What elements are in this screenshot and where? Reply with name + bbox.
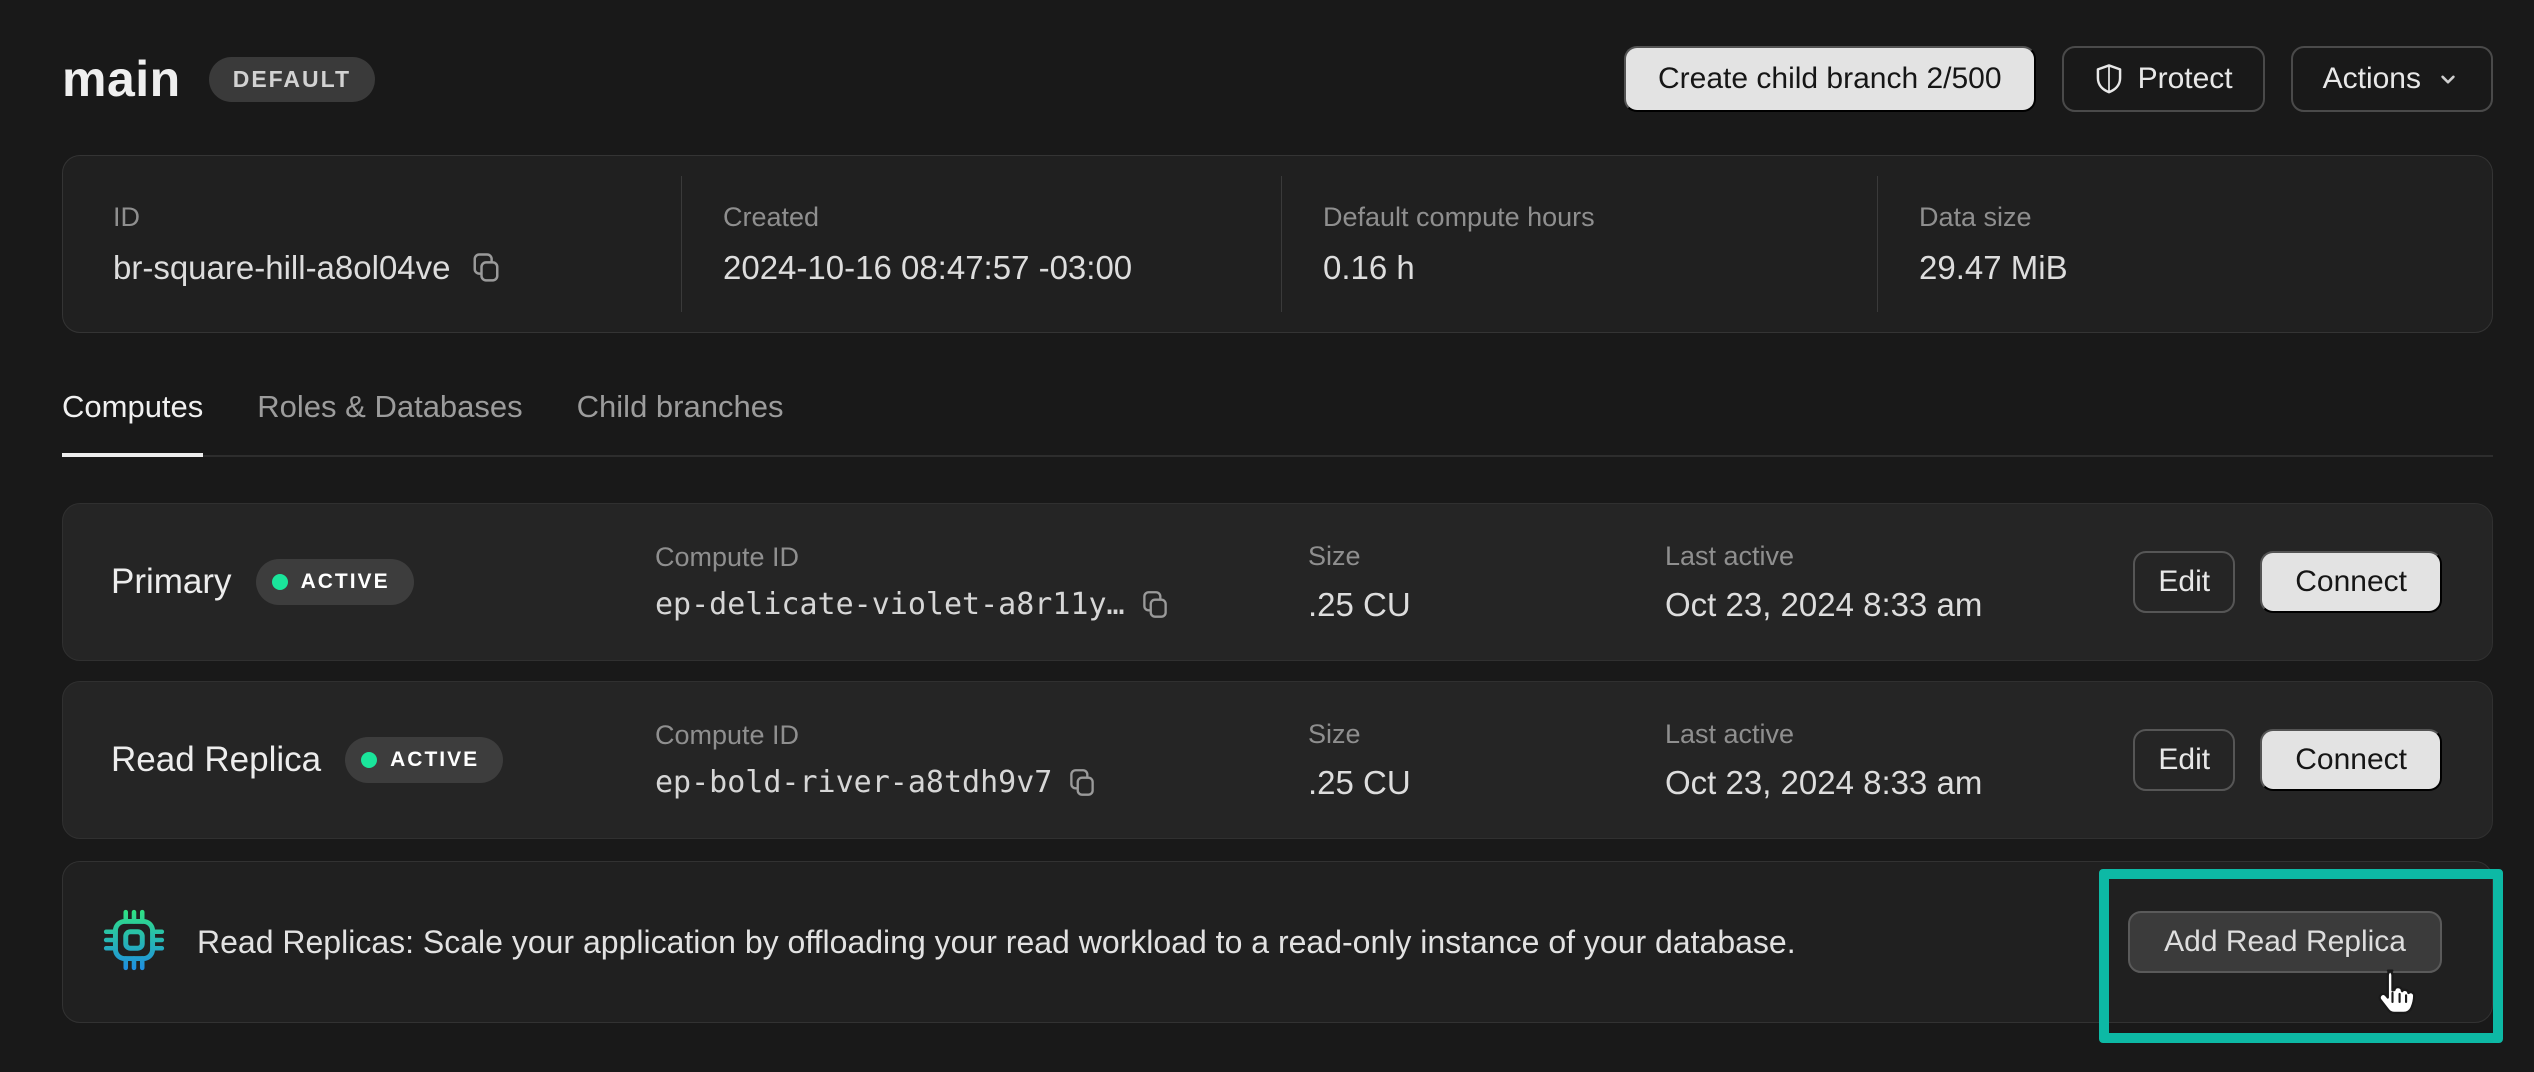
size-value: .25 CU [1308,586,1665,624]
tab-roles-databases[interactable]: Roles & Databases [257,389,522,455]
copy-icon[interactable] [469,250,503,286]
data-size-label: Data size [1919,202,2492,233]
branch-created-cell: Created 2024-10-16 08:47:57 -03:00 [681,156,1281,332]
edit-button[interactable]: Edit [2133,729,2235,791]
compute-hours-value: 0.16 h [1323,249,1877,287]
tab-child-branches[interactable]: Child branches [577,389,784,455]
created-label: Created [723,202,1281,233]
protect-button-label: Protect [2138,64,2233,94]
protect-button[interactable]: Protect [2062,46,2265,112]
compute-row-primary: Primary ACTIVE Compute ID ep-delicate-vi… [62,503,2493,661]
read-replica-banner: Read Replicas: Scale your application by… [62,861,2493,1023]
status-badge: ACTIVE [256,559,414,605]
branch-id-label: ID [113,202,681,233]
status-dot-icon [361,752,377,768]
default-badge: DEFAULT [209,57,375,102]
data-size-value: 29.47 MiB [1919,249,2492,287]
title-wrap: main DEFAULT [62,50,375,108]
branch-id-value: br-square-hill-a8ol04ve [113,249,451,287]
last-active-value: Oct 23, 2024 8:33 am [1665,586,2133,624]
last-active-label: Last active [1665,719,2133,750]
status-dot-icon [272,574,288,590]
size-label: Size [1308,541,1665,572]
read-replica-description: Read Replicas: Scale your application by… [197,924,2128,961]
create-child-branch-button[interactable]: Create child branch 2/500 [1624,46,2036,112]
last-active-label: Last active [1665,541,2133,572]
chevron-down-icon [2435,66,2461,92]
tab-computes[interactable]: Computes [62,389,203,457]
actions-button[interactable]: Actions [2291,46,2493,112]
size-value: .25 CU [1308,764,1665,802]
compute-hours-label: Default compute hours [1323,202,1877,233]
connect-button[interactable]: Connect [2260,551,2442,613]
branch-info-card: ID br-square-hill-a8ol04ve Created 2024-… [62,155,2493,333]
header-actions: Create child branch 2/500 Protect Action… [1624,46,2493,112]
connect-button[interactable]: Connect [2260,729,2442,791]
status-text: ACTIVE [390,748,479,772]
compute-hours-cell: Default compute hours 0.16 h [1281,156,1877,332]
compute-name: Primary [111,562,232,602]
branch-page: main DEFAULT Create child branch 2/500 P… [62,0,2493,1023]
cpu-chip-icon [101,907,167,978]
compute-id-value: ep-delicate-violet-a8r11y… [655,587,1125,622]
actions-button-label: Actions [2323,64,2421,94]
copy-icon[interactable] [1066,766,1098,800]
tab-bar: Computes Roles & Databases Child branche… [62,389,2493,457]
compute-id-label: Compute ID [655,720,1308,751]
compute-id-label: Compute ID [655,542,1308,573]
branch-id-cell: ID br-square-hill-a8ol04ve [63,156,681,332]
compute-id-value: ep-bold-river-a8tdh9v7 [655,765,1052,800]
size-label: Size [1308,719,1665,750]
last-active-value: Oct 23, 2024 8:33 am [1665,764,2133,802]
page-title: main [62,50,181,108]
page-header: main DEFAULT Create child branch 2/500 P… [62,46,2493,112]
data-size-cell: Data size 29.47 MiB [1877,156,2492,332]
compute-row-read-replica: Read Replica ACTIVE Compute ID ep-bold-r… [62,681,2493,839]
compute-name: Read Replica [111,740,321,780]
status-text: ACTIVE [301,570,390,594]
shield-icon [2094,63,2124,95]
status-badge: ACTIVE [345,737,503,783]
copy-icon[interactable] [1139,588,1171,622]
created-value: 2024-10-16 08:47:57 -03:00 [723,249,1281,287]
edit-button[interactable]: Edit [2133,551,2235,613]
add-read-replica-button[interactable]: Add Read Replica [2128,911,2442,973]
